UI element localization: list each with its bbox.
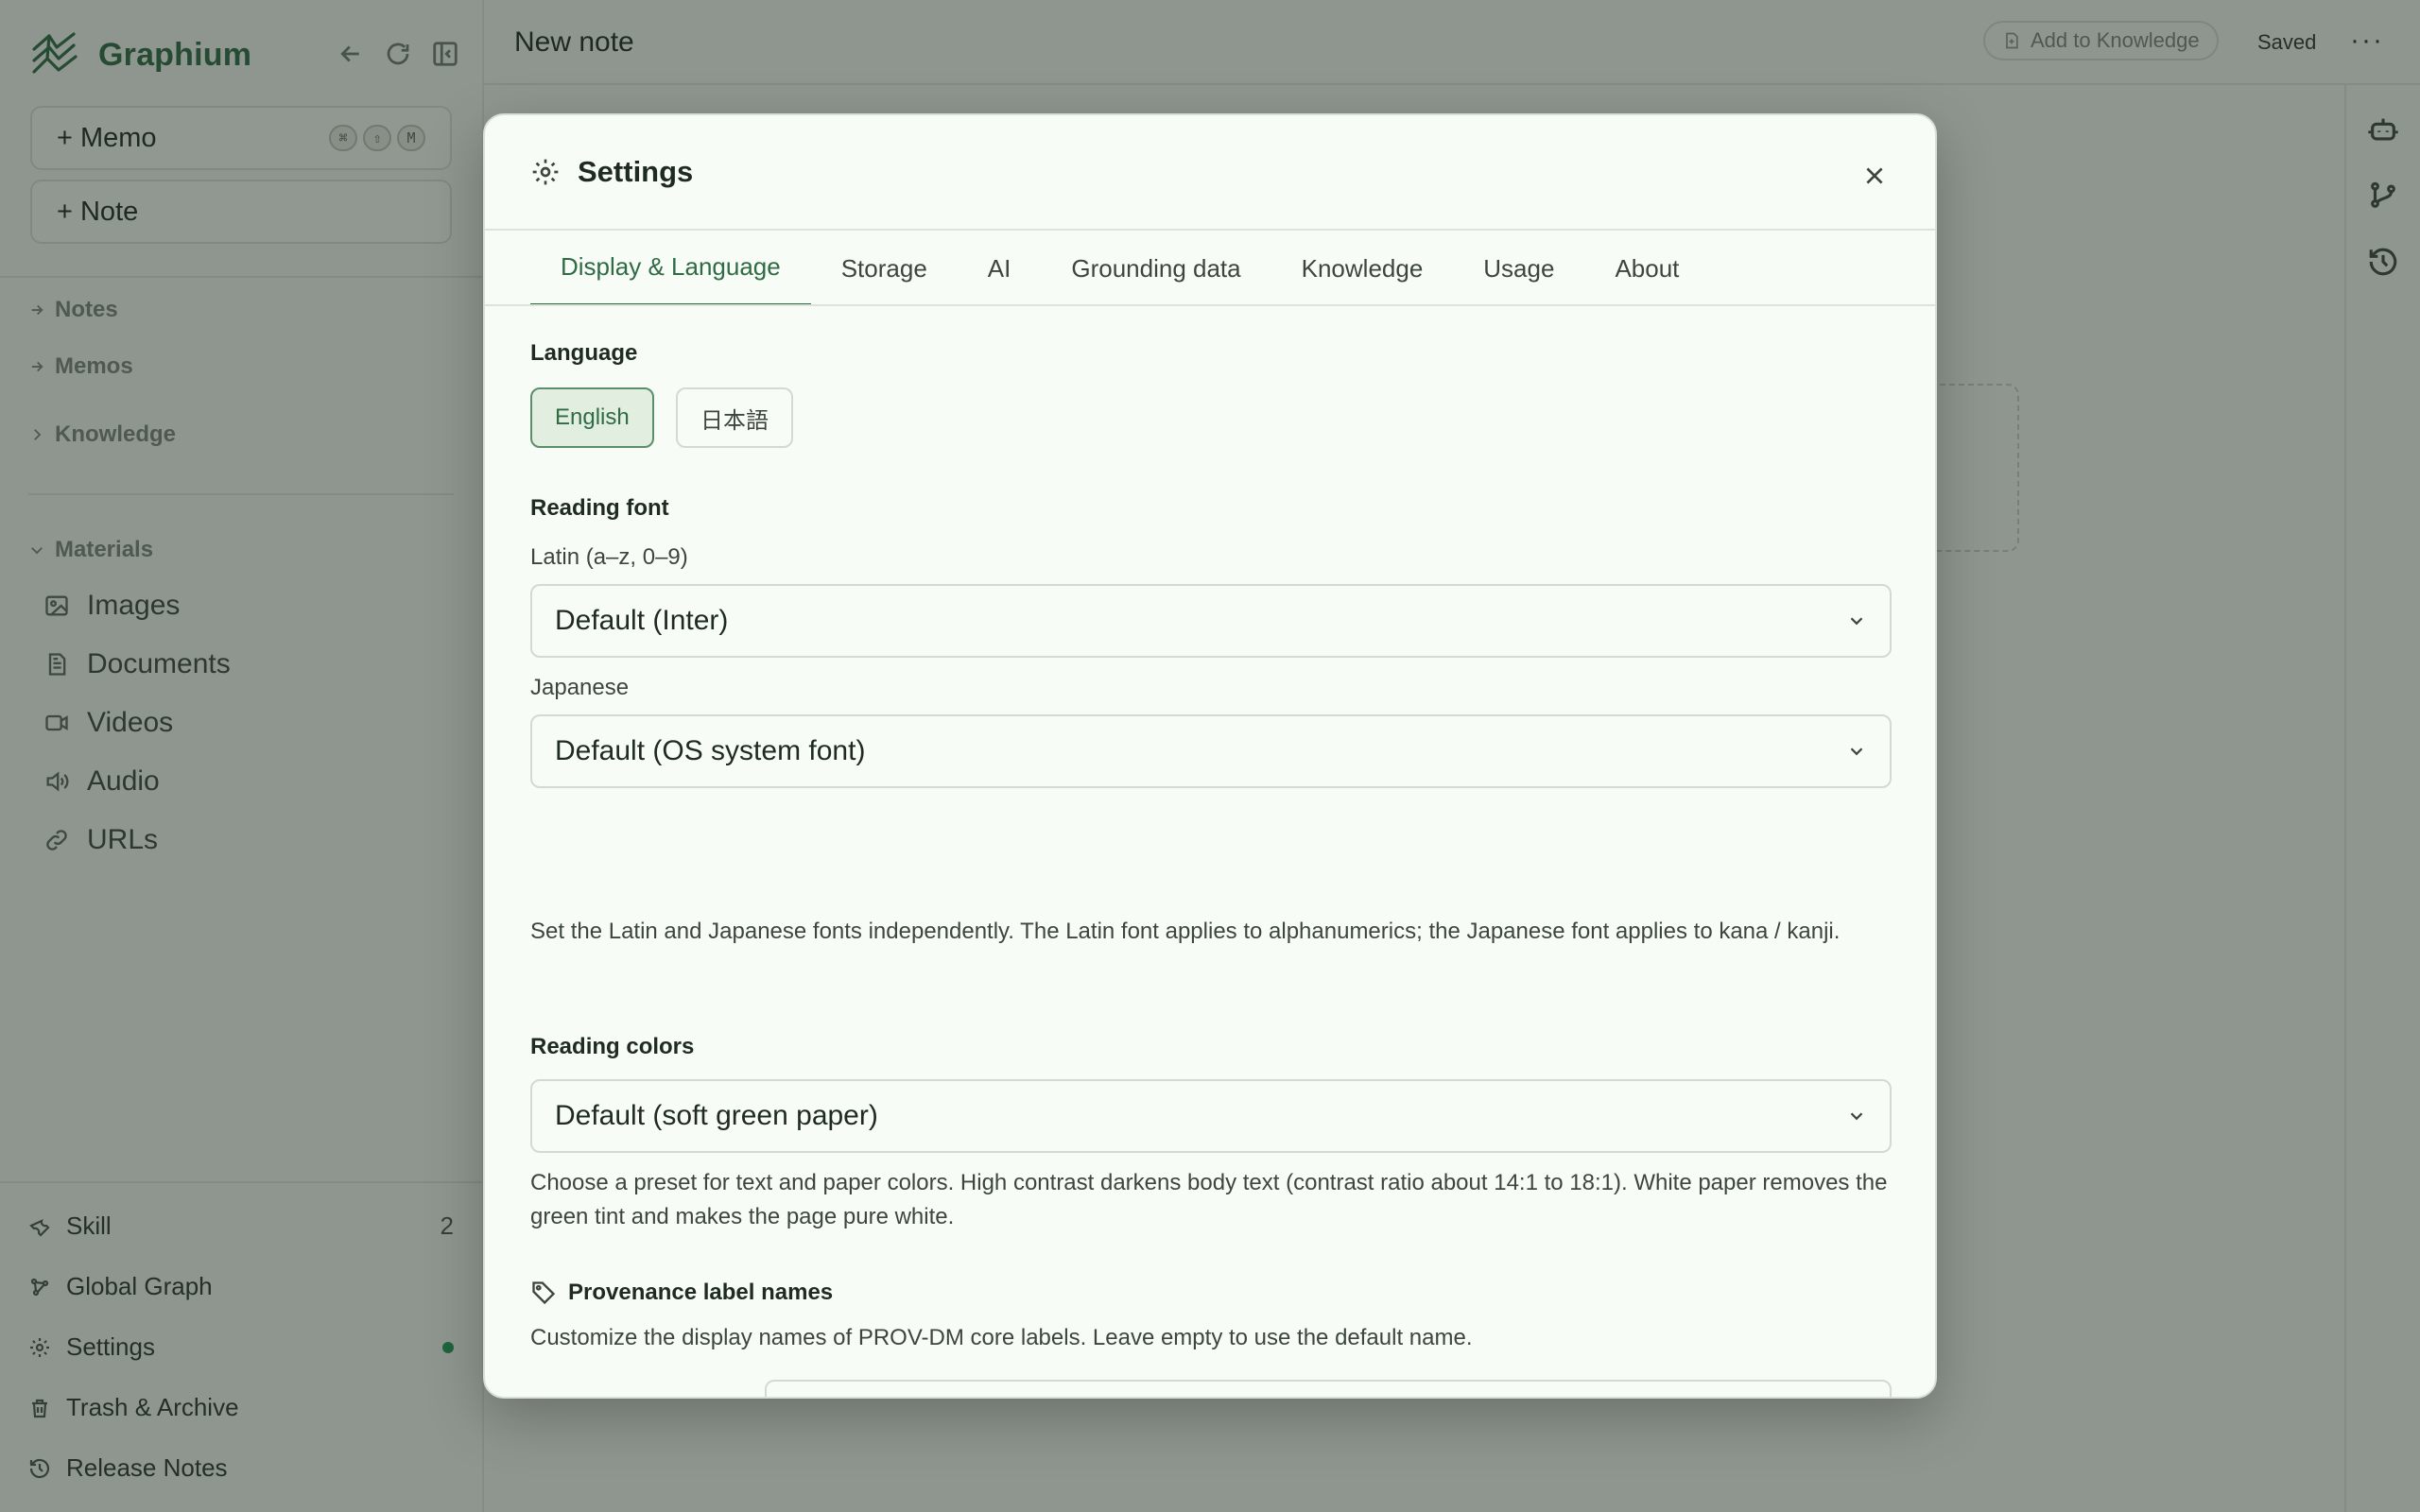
tab-display-language[interactable]: Display & Language [530, 231, 811, 306]
reading-font-label: Reading font [530, 495, 669, 521]
settings-title: Settings [530, 155, 693, 189]
chevron-down-icon [1850, 1112, 1863, 1121]
tab-about[interactable]: About [1584, 231, 1709, 306]
provenance-header: Provenance label names [530, 1280, 833, 1306]
reading-colors-select[interactable]: Default (soft green paper) [530, 1079, 1892, 1153]
japanese-font-select[interactable]: Default (OS system font) [530, 714, 1892, 788]
reading-colors-label: Reading colors [530, 1034, 695, 1059]
reading-colors-value: Default (soft green paper) [555, 1100, 878, 1131]
settings-tabs: Display & Language Storage AI Grounding … [530, 231, 1709, 306]
reading-font-help: Set the Latin and Japanese fonts indepen… [530, 919, 1841, 944]
japanese-font-value: Default (OS system font) [555, 735, 866, 766]
chevron-down-icon [1850, 747, 1863, 756]
provenance-label: Provenance label names [568, 1280, 834, 1305]
tab-knowledge[interactable]: Knowledge [1271, 231, 1454, 306]
language-english-button[interactable]: English [530, 387, 654, 448]
language-label: Language [530, 340, 638, 366]
tab-usage[interactable]: Usage [1453, 231, 1584, 306]
latin-font-label: Latin (a–z, 0–9) [530, 544, 688, 570]
prov-activity-input[interactable] [765, 1380, 1892, 1397]
tab-grounding-data[interactable]: Grounding data [1041, 231, 1270, 306]
tab-storage[interactable]: Storage [811, 231, 958, 306]
reading-colors-help: Choose a preset for text and paper color… [530, 1170, 1888, 1229]
settings-title-label: Settings [578, 155, 694, 188]
tab-ai[interactable]: AI [958, 231, 1042, 306]
language-japanese-button[interactable]: 日本語 [676, 387, 793, 448]
tag-icon [532, 1281, 556, 1305]
provenance-help: Customize the display names of PROV-DM c… [530, 1325, 1473, 1350]
settings-header: Settings [485, 115, 1935, 231]
close-button[interactable] [1856, 157, 1893, 195]
latin-font-select[interactable]: Default (Inter) [530, 584, 1892, 658]
japanese-font-label: Japanese [530, 675, 630, 700]
tabs-divider [485, 304, 1935, 306]
gear-icon [532, 159, 559, 185]
latin-font-value: Default (Inter) [555, 605, 729, 636]
settings-dialog: Settings Display & Language Storage AI G… [483, 113, 1937, 1399]
close-icon [1866, 167, 1883, 184]
chevron-down-icon [1850, 617, 1863, 626]
